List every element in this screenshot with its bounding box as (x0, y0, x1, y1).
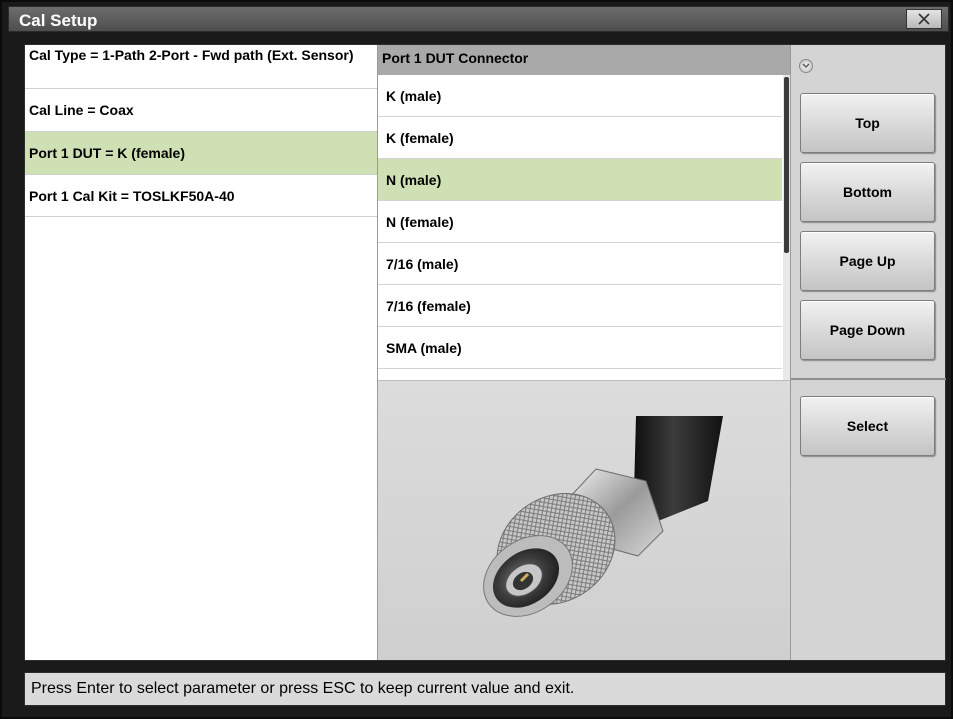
top-button[interactable]: Top (800, 93, 935, 153)
n-male-connector-image (483, 416, 723, 617)
param-port1-dut[interactable]: Port 1 DUT = K (female) (25, 132, 377, 175)
scrollbar-thumb[interactable] (784, 77, 789, 253)
list-item-selected[interactable]: N (male) (378, 159, 782, 201)
chevron-down-icon (802, 63, 810, 68)
param-label: Port 1 DUT = K (female) (29, 145, 185, 161)
bottom-button[interactable]: Bottom (800, 162, 935, 222)
param-label: Port 1 Cal Kit = TOSLKF50A-40 (29, 187, 235, 204)
close-icon (918, 13, 930, 25)
list-item[interactable]: 7/16 (male) (378, 243, 782, 285)
connector-panel: Port 1 DUT Connector K (male) K (female)… (378, 45, 790, 660)
list-header: Port 1 DUT Connector (378, 45, 790, 75)
status-bar: Press Enter to select parameter or press… (24, 672, 946, 706)
param-label: Cal Line = Coax (29, 102, 134, 118)
connector-list: K (male) K (female) N (male) N (female) … (378, 75, 790, 380)
list-item[interactable]: SMA (male) (378, 327, 782, 369)
list-item[interactable]: 7/16 (female) (378, 285, 782, 327)
connector-preview (378, 380, 790, 660)
title-bar: Cal Setup (8, 6, 949, 32)
content-area: Cal Type = 1-Path 2-Port - Fwd path (Ext… (24, 44, 946, 661)
page-down-button[interactable]: Page Down (800, 300, 935, 360)
list-item[interactable]: N (female) (378, 201, 782, 243)
list-item[interactable]: K (male) (378, 75, 782, 117)
cal-setup-window: Cal Setup Cal Type = 1-Path 2-Port - Fwd… (0, 0, 953, 719)
select-button[interactable]: Select (800, 396, 935, 456)
list-scrollbar[interactable] (783, 75, 790, 380)
close-button[interactable] (906, 9, 942, 29)
list-item[interactable]: K (female) (378, 117, 782, 159)
parameter-list: Cal Type = 1-Path 2-Port - Fwd path (Ext… (25, 45, 378, 660)
scroll-indicator (799, 59, 813, 73)
window-title: Cal Setup (19, 11, 98, 30)
divider (791, 378, 946, 380)
param-cal-type[interactable]: Cal Type = 1-Path 2-Port - Fwd path (Ext… (25, 45, 377, 89)
button-panel: Top Bottom Page Up Page Down Select (790, 45, 946, 660)
param-label: Cal Type = 1-Path 2-Port - Fwd path (Ext… (29, 47, 354, 63)
param-port1-cal-kit[interactable]: Port 1 Cal Kit = TOSLKF50A-40 (25, 175, 377, 217)
page-up-button[interactable]: Page Up (800, 231, 935, 291)
param-cal-line[interactable]: Cal Line = Coax (25, 89, 377, 132)
